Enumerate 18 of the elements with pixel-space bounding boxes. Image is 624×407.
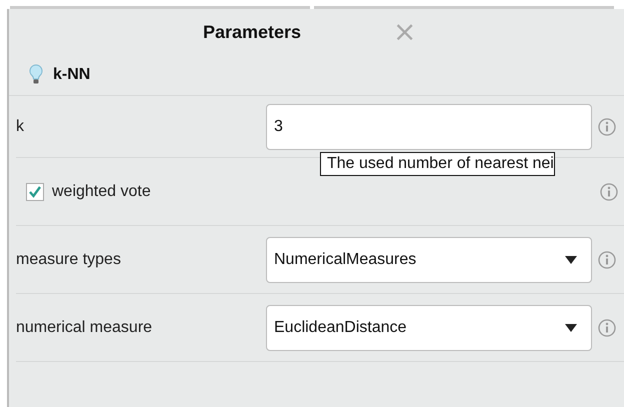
input-field[interactable]: 3 — [266, 104, 592, 150]
info-icon[interactable] — [598, 250, 616, 268]
tooltip: The used number of nearest nei — [320, 152, 555, 176]
info-icon[interactable] — [600, 182, 618, 200]
operator-name: k-NN — [53, 66, 90, 84]
checkbox-label: weighted vote — [52, 182, 152, 200]
parameter-label: measure types — [16, 250, 122, 268]
lightbulb-icon — [29, 64, 43, 86]
info-icon[interactable] — [598, 318, 616, 336]
info-icon[interactable] — [598, 118, 616, 136]
caret-icon[interactable] — [565, 324, 577, 332]
parameter-label: numerical measure — [16, 318, 154, 336]
parameter-label: k — [16, 118, 25, 136]
caret-icon[interactable] — [565, 256, 577, 264]
checkbox[interactable] — [26, 182, 44, 200]
dropdown[interactable]: EuclideanDistance — [266, 304, 592, 350]
panel-title: Parameters — [203, 22, 302, 42]
dropdown[interactable]: NumericalMeasures — [266, 236, 592, 282]
